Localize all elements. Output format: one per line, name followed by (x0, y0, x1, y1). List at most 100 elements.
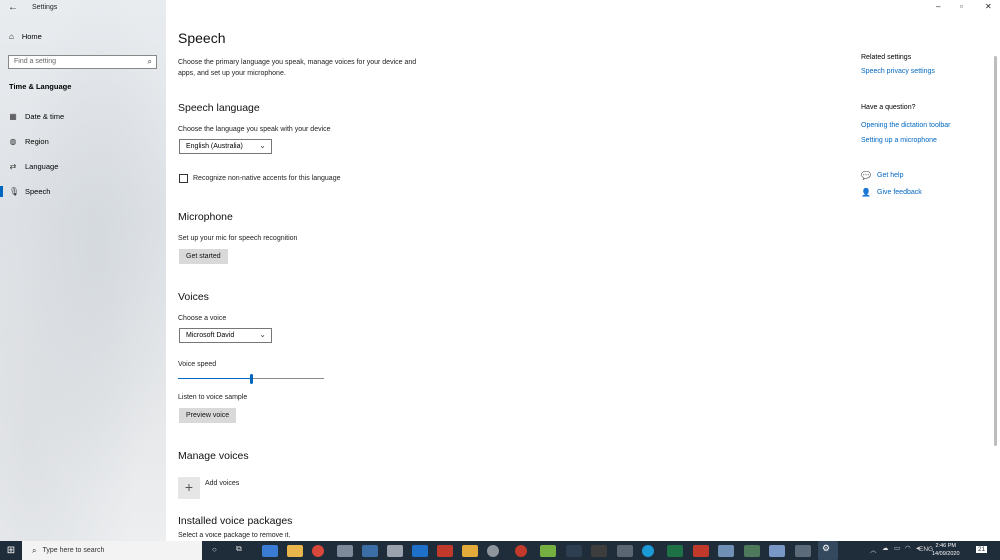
app-icon-9[interactable] (617, 544, 633, 557)
scrollbar[interactable] (994, 56, 997, 446)
app-icon-2[interactable] (387, 544, 403, 557)
restore-button[interactable]: ▫ (960, 2, 963, 11)
speech-language-dropdown[interactable]: English (Australia) ⌄ (179, 139, 272, 154)
nvidia-icon[interactable] (540, 544, 556, 557)
taskbar-search[interactable]: ⌕ Type here to search (22, 541, 202, 560)
feedback-person-icon: 👤 (861, 188, 871, 197)
sidebar-item-region[interactable]: ◍ Region (9, 137, 49, 146)
app-icon-5[interactable] (487, 544, 499, 557)
search-icon: ⌕ (32, 545, 37, 555)
search-placeholder: Find a setting (14, 58, 57, 65)
chevron-down-icon: ⌄ (259, 330, 266, 339)
microphone-heading: Microphone (178, 211, 233, 223)
notification-badge[interactable]: 21 (976, 546, 988, 553)
settings-window: ← Settings ⌂ Home Find a setting ⌕ Time … (0, 0, 1000, 541)
page-description: Choose the primary language you speak, m… (178, 59, 417, 77)
page-title: Speech (178, 30, 226, 46)
minimize-button[interactable]: – (936, 2, 940, 11)
app-icon-10[interactable] (718, 544, 734, 557)
cortana-icon[interactable]: ○ (212, 545, 217, 554)
selection-indicator (0, 186, 3, 197)
gear-icon: ⚙ (822, 543, 831, 553)
app-icon-7[interactable] (566, 544, 582, 557)
search-icon: ⌕ (147, 57, 152, 66)
plus-icon: + (184, 479, 194, 495)
voice-speed-thumb[interactable] (249, 374, 253, 384)
voice-sample-label: Listen to voice sample (178, 394, 248, 401)
windows-logo-icon: ⊞ (6, 545, 16, 556)
app-icon-6[interactable] (515, 544, 527, 557)
edge-icon[interactable] (642, 544, 654, 557)
installed-voices-heading: Installed voice packages (178, 515, 293, 527)
microphone-icon: 🎙 (9, 187, 20, 196)
preview-voice-button[interactable]: Preview voice (179, 408, 237, 423)
clock[interactable]: 2:46 PM 14/09/2020 (932, 542, 960, 558)
window-title: Settings (32, 4, 58, 11)
voice-speed-fill (178, 378, 251, 379)
group-title: Time & Language (9, 82, 72, 91)
app-icon-12[interactable] (769, 544, 785, 557)
excel-icon[interactable] (667, 544, 683, 557)
app-icon-8[interactable] (591, 544, 607, 557)
add-voices-label[interactable]: Add voices (205, 480, 239, 487)
question-title: Have a question? (861, 104, 916, 111)
language-indicator[interactable]: ENG (919, 546, 933, 553)
speech-privacy-link[interactable]: Speech privacy settings (861, 68, 935, 75)
outlook-icon[interactable] (412, 544, 428, 557)
find-setting-search[interactable]: Find a setting ⌕ (8, 55, 157, 69)
sidebar-item-date-time[interactable]: ▦ Date & time (9, 112, 64, 121)
calculator-icon[interactable] (337, 544, 353, 557)
app-icon-4[interactable] (462, 544, 478, 557)
task-view-icon[interactable]: ⧉ (236, 544, 242, 554)
give-feedback-link[interactable]: Give feedback (877, 189, 922, 196)
speech-language-label: Choose the language you speak with your … (178, 126, 331, 133)
close-button[interactable]: ✕ (985, 2, 992, 11)
chevron-down-icon: ⌄ (259, 141, 266, 150)
get-help-link[interactable]: Get help (877, 172, 903, 179)
chevron-up-icon[interactable]: ︿ (870, 544, 877, 554)
sidebar-item-label: Date & time (25, 112, 65, 121)
wifi-icon[interactable]: ◠ (905, 544, 911, 552)
chrome-icon[interactable] (312, 544, 324, 557)
network-icon[interactable]: ▭ (894, 544, 900, 552)
voice-dropdown[interactable]: Microsoft David ⌄ (179, 328, 272, 343)
calendar-clock-icon: ▦ (9, 112, 17, 121)
voice-speed-label: Voice speed (178, 361, 217, 368)
app-icon-13[interactable] (795, 544, 811, 557)
steam-icon[interactable] (362, 544, 378, 557)
pdf-icon[interactable] (693, 544, 709, 557)
language-icon: ⇄ (9, 162, 17, 171)
file-explorer-icon[interactable] (287, 544, 303, 557)
sidebar-item-speech[interactable]: 🎙 Speech (9, 187, 50, 196)
non-native-accents-label: Recognize non-native accents for this la… (193, 175, 341, 182)
speech-language-heading: Speech language (178, 102, 260, 114)
globe-icon: ◍ (9, 137, 17, 146)
sidebar: ← Settings ⌂ Home Find a setting ⌕ Time … (0, 0, 166, 541)
onedrive-icon[interactable]: ☁ (882, 544, 889, 552)
speech-language-value: English (Australia) (186, 143, 243, 150)
setting-up-microphone-link[interactable]: Setting up a microphone (861, 137, 937, 144)
home-icon: ⌂ (9, 32, 14, 41)
microphone-label: Set up your mic for speech recognition (178, 235, 298, 242)
sidebar-item-label: Language (25, 162, 59, 171)
non-native-accents-checkbox[interactable] (179, 174, 188, 183)
add-voices-button[interactable]: + (178, 477, 200, 499)
taskbar-search-placeholder: Type here to search (42, 547, 105, 554)
taskbar: ⊞ ⌕ Type here to search ○ ⧉ ⚙ ︿ ☁ ▭ ◠ ◂ … (0, 541, 1000, 560)
clock-time: 2:46 PM (935, 543, 956, 549)
sidebar-item-language[interactable]: ⇄ Language (9, 162, 59, 171)
app-icon-3[interactable] (437, 544, 453, 557)
get-started-button[interactable]: Get started (179, 249, 228, 264)
app-icon-1[interactable] (262, 544, 278, 557)
related-settings-title: Related settings (861, 54, 912, 61)
app-icon-11[interactable] (744, 544, 760, 557)
help-chat-icon: 💬 (861, 171, 871, 180)
start-button[interactable]: ⊞ (0, 541, 22, 560)
home-nav[interactable]: ⌂ Home (9, 32, 42, 41)
choose-voice-label: Choose a voice (178, 315, 227, 322)
sidebar-item-label: Region (25, 137, 49, 146)
clock-date: 14/09/2020 (932, 551, 960, 557)
back-arrow-icon[interactable]: ← (8, 2, 18, 13)
dictation-toolbar-link[interactable]: Opening the dictation toolbar (861, 122, 951, 129)
voices-heading: Voices (178, 291, 209, 303)
